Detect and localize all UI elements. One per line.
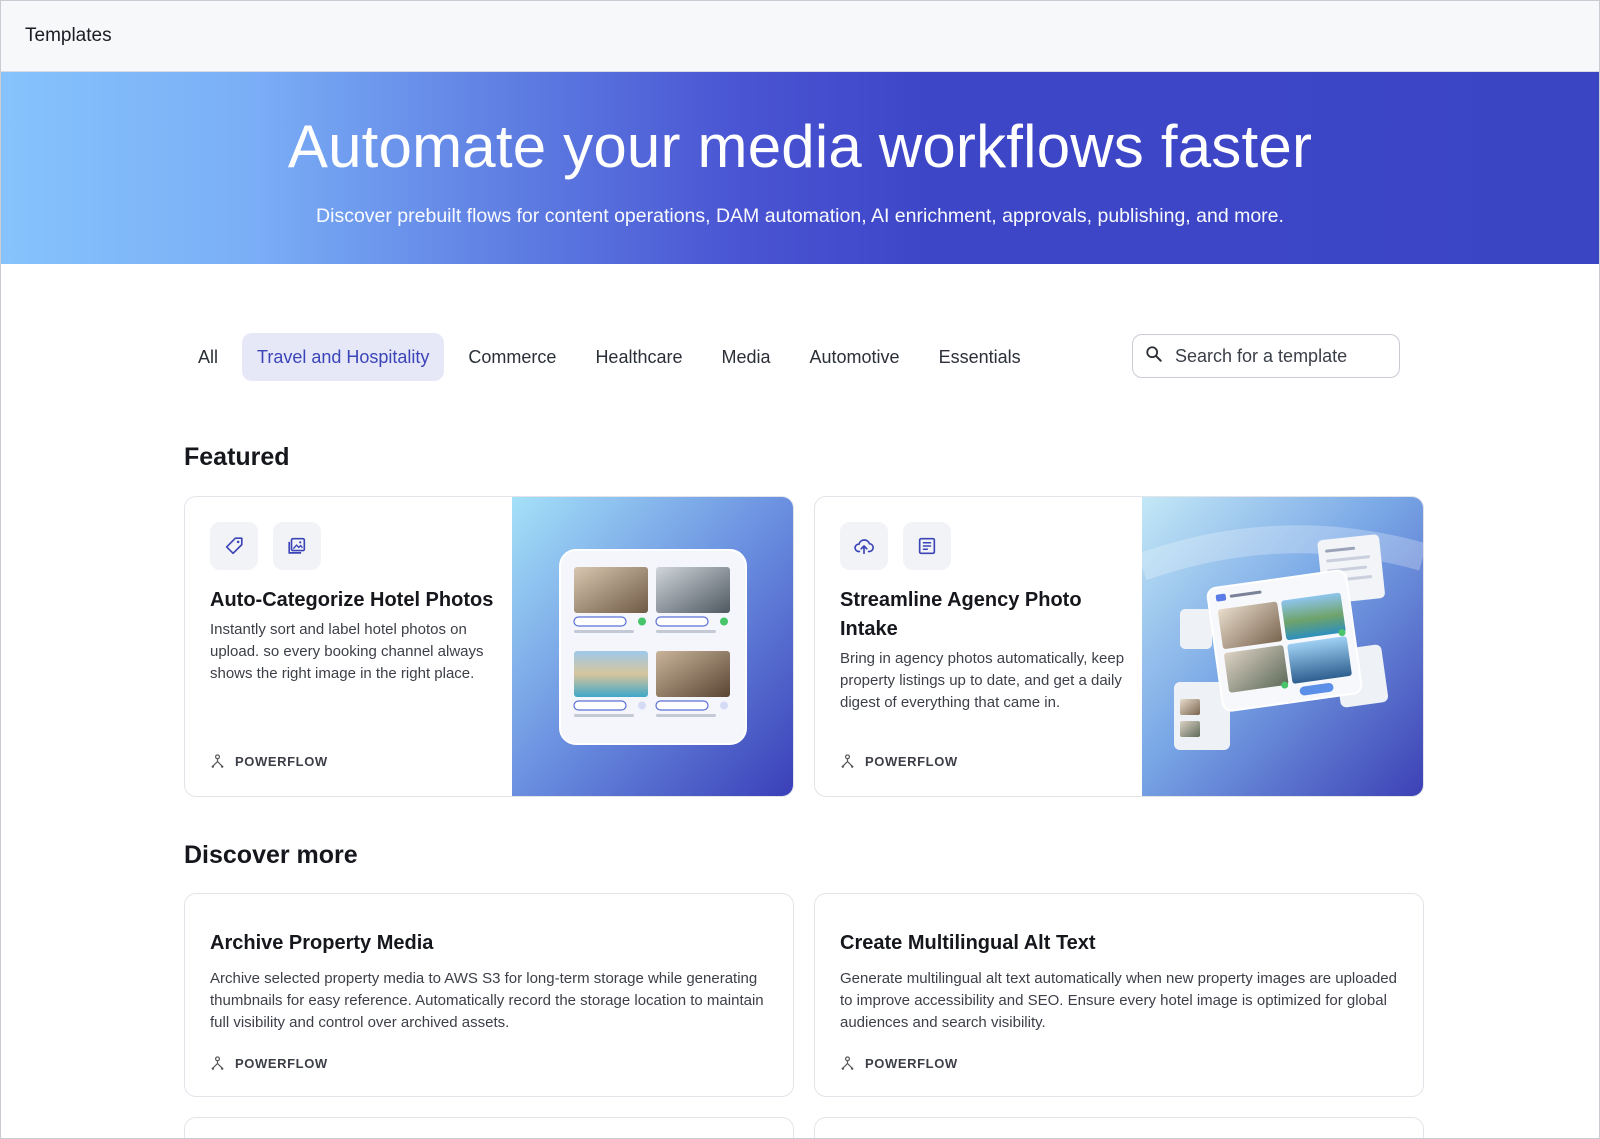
tab-all[interactable]: All xyxy=(183,333,233,381)
tab-healthcare[interactable]: Healthcare xyxy=(580,333,697,381)
search-icon xyxy=(1145,345,1163,368)
flow-icon xyxy=(211,1056,224,1070)
featured-card-auto-categorize[interactable]: Auto-Categorize Hotel Photos Instantly s… xyxy=(184,496,794,797)
tab-travel-and-hospitality[interactable]: Travel and Hospitality xyxy=(242,333,445,381)
card-title: Create Multilingual Alt Text xyxy=(840,932,1096,954)
agency-intake-illustration xyxy=(1142,497,1423,796)
image-gallery-icon xyxy=(273,522,321,570)
card-tag: POWERFLOW xyxy=(840,754,958,769)
card-description: Bring in agency photos automatically, ke… xyxy=(840,650,1125,711)
card-tag-label: POWERFLOW xyxy=(235,1056,328,1071)
template-card-multilingual-alt-text[interactable]: Create Multilingual Alt Text Generate mu… xyxy=(814,893,1424,1097)
search-box[interactable] xyxy=(1132,334,1400,378)
flow-icon xyxy=(211,754,224,768)
template-card-archive-property-media[interactable]: Archive Property Media Archive selected … xyxy=(184,893,794,1097)
flow-icon xyxy=(841,754,854,768)
hero-banner: Automate your media workflows faster Dis… xyxy=(0,72,1600,264)
flow-icon xyxy=(841,1056,854,1070)
search-input[interactable] xyxy=(1175,345,1385,367)
card-tag-label: POWERFLOW xyxy=(865,1056,958,1071)
tag-icon xyxy=(210,522,258,570)
template-card-partial[interactable] xyxy=(814,1117,1424,1139)
tab-automotive[interactable]: Automotive xyxy=(795,333,915,381)
card-title: Archive Property Media xyxy=(210,932,434,954)
card-tag: POWERFLOW xyxy=(210,1056,328,1071)
tab-commerce[interactable]: Commerce xyxy=(453,333,571,381)
tab-media[interactable]: Media xyxy=(706,333,785,381)
document-icon xyxy=(903,522,951,570)
cloud-upload-icon xyxy=(840,522,888,570)
card-tag-label: POWERFLOW xyxy=(865,754,958,769)
card-tag-label: POWERFLOW xyxy=(235,754,328,769)
tab-essentials[interactable]: Essentials xyxy=(924,333,1036,381)
card-tag: POWERFLOW xyxy=(840,1056,958,1071)
card-description: Instantly sort and label hotel photos on… xyxy=(210,621,484,682)
card-tag: POWERFLOW xyxy=(210,754,328,769)
card-description: Archive selected property media to AWS S… xyxy=(210,970,764,1031)
card-description: Generate multilingual alt text automatic… xyxy=(840,970,1397,1031)
card-title: Auto-Categorize Hotel Photos xyxy=(210,589,494,611)
featured-card-agency-photo-intake[interactable]: Streamline Agency Photo Intake Bring in … xyxy=(814,496,1424,797)
featured-heading: Featured xyxy=(184,443,290,471)
discover-more-heading: Discover more xyxy=(184,841,358,869)
category-tabs: All Travel and Hospitality Commerce Heal… xyxy=(183,332,1045,382)
hero-subheading: Discover prebuilt flows for content oper… xyxy=(316,205,1284,227)
top-bar: Templates xyxy=(0,0,1600,72)
hero-heading: Automate your media workflows faster xyxy=(287,113,1313,180)
page-title: Templates xyxy=(25,24,112,46)
template-card-partial[interactable] xyxy=(184,1117,794,1139)
hotel-photos-illustration xyxy=(512,497,793,796)
card-title: Streamline Agency Photo Intake xyxy=(840,589,1082,640)
